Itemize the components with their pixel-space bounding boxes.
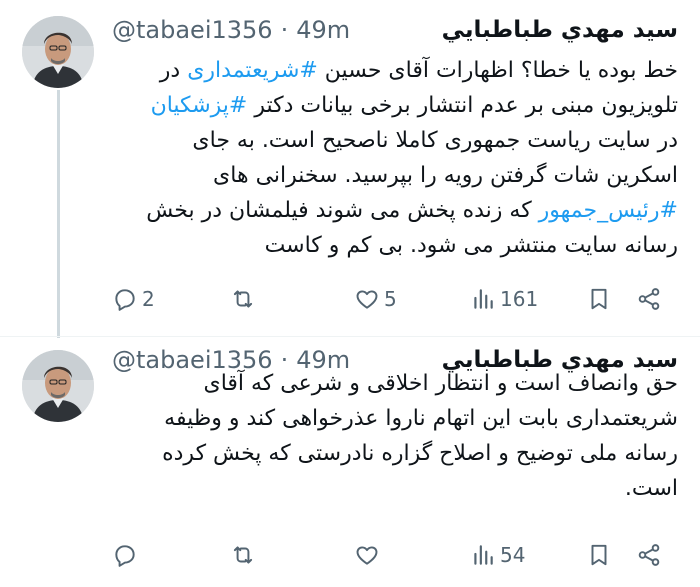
bookmark-button[interactable] bbox=[586, 542, 612, 568]
text-segment: در bbox=[159, 58, 188, 83]
tweet-header: @tabaei1356 · 49m سيد مهدي طباطبايي bbox=[112, 13, 678, 47]
heart-icon bbox=[356, 290, 378, 309]
share-button[interactable] bbox=[636, 542, 662, 568]
hashtag-link[interactable]: #رئیس_جمهور bbox=[539, 198, 678, 223]
tweet-text-line: رسانه سایت منتشر می شود. بی کم و کاست bbox=[112, 228, 678, 263]
share-button[interactable] bbox=[636, 286, 662, 312]
tweet-text-line: رسانه ملی توضیح و اصلاح گزاره نادرستی که… bbox=[112, 436, 678, 471]
tweet-timestamp[interactable]: 49m bbox=[296, 16, 350, 44]
text-segment: در سایت ریاست جمهوری کاملا ناصحیح است. ب… bbox=[192, 128, 678, 153]
tweet-2[interactable]: @tabaei1356 · 49m سيد مهدي طباطبايي حق و… bbox=[0, 336, 700, 587]
tweet-text-line: اسکرین شات گرفتن رویه را بپرسید. سخنرانی… bbox=[112, 158, 678, 193]
reply-count: 2 bbox=[142, 287, 155, 311]
tweet-text-line: حق وانصاف است و انتظار اخلاقی و شرعی که … bbox=[112, 366, 678, 401]
tweet-text-line: خط بوده یا خطا؟ اظهارات آقای حسین #شریعت… bbox=[112, 53, 678, 88]
bookmark-icon bbox=[591, 288, 607, 310]
reply-button[interactable]: 2 bbox=[112, 286, 155, 312]
views-button[interactable]: 54 bbox=[470, 542, 525, 568]
tweet-text-line: #رئیس_جمهور که زنده پخش می شوند فیلمشان … bbox=[112, 193, 678, 228]
reply-button[interactable] bbox=[112, 542, 142, 568]
text-segment: رسانه سایت منتشر می شود. بی کم و کاست bbox=[264, 233, 678, 258]
like-count: 5 bbox=[384, 287, 397, 311]
tweet-1[interactable]: @tabaei1356 · 49m سيد مهدي طباطبايي خط ب… bbox=[0, 0, 700, 336]
share-icon bbox=[638, 288, 660, 310]
hashtag-link[interactable]: #پزشکیان bbox=[151, 93, 248, 118]
views-count: 161 bbox=[500, 287, 539, 311]
avatar[interactable] bbox=[22, 350, 94, 422]
bookmark-button[interactable] bbox=[586, 286, 612, 312]
text-segment: رسانه ملی توضیح و اصلاح گزاره نادرستی که… bbox=[162, 441, 678, 466]
tweet-text: حق وانصاف است و انتظار اخلاقی و شرعی که … bbox=[112, 366, 678, 506]
tweet-text-line: است. bbox=[112, 471, 678, 506]
hashtag-link[interactable]: #شریعتمداری bbox=[187, 58, 318, 83]
views-count: 54 bbox=[500, 543, 526, 567]
author-handle[interactable]: @tabaei1356 bbox=[112, 16, 273, 44]
share-icon bbox=[638, 544, 660, 566]
text-segment: تلویزیون مبنی بر عدم انتشار برخی بیانات … bbox=[247, 93, 678, 118]
text-segment: است. bbox=[624, 476, 678, 501]
heart-icon bbox=[356, 546, 378, 565]
like-button[interactable] bbox=[354, 542, 384, 568]
tweet-text-line: در سایت ریاست جمهوری کاملا ناصحیح است. ب… bbox=[112, 123, 678, 158]
text-segment: خط بوده یا خطا؟ اظهارات آقای حسین bbox=[317, 58, 678, 83]
bookmark-icon bbox=[591, 544, 607, 566]
avatar[interactable] bbox=[22, 16, 94, 88]
retweet-icon bbox=[233, 290, 253, 308]
reply-icon bbox=[115, 545, 135, 567]
tweet-actions: 54 bbox=[112, 539, 684, 571]
retweet-button[interactable] bbox=[230, 542, 260, 568]
author-name[interactable]: سيد مهدي طباطبايي bbox=[442, 17, 678, 43]
tweet-text-line: شریعتمداری بابت این اتهام ناروا عذرخواهی… bbox=[112, 401, 678, 436]
tweet-text: خط بوده یا خطا؟ اظهارات آقای حسین #شریعت… bbox=[112, 53, 678, 263]
text-segment: که زنده پخش می شوند فیلمشان در بخش bbox=[146, 198, 539, 223]
text-segment: حق وانصاف است و انتظار اخلاقی و شرعی که … bbox=[203, 371, 678, 396]
reply-icon bbox=[115, 289, 135, 311]
like-button[interactable]: 5 bbox=[354, 286, 397, 312]
retweet-icon bbox=[233, 546, 253, 564]
retweet-button[interactable] bbox=[230, 286, 260, 312]
views-button[interactable]: 161 bbox=[470, 286, 538, 312]
tweet-text-line: تلویزیون مبنی بر عدم انتشار برخی بیانات … bbox=[112, 88, 678, 123]
text-segment: اسکرین شات گرفتن رویه را بپرسید. سخنرانی… bbox=[213, 163, 678, 188]
views-icon bbox=[474, 289, 493, 309]
separator-dot: · bbox=[280, 16, 289, 44]
views-icon bbox=[474, 545, 493, 565]
text-segment: شریعتمداری بابت این اتهام ناروا عذرخواهی… bbox=[164, 406, 678, 431]
tweet-actions: 2 5 161 bbox=[112, 283, 684, 315]
